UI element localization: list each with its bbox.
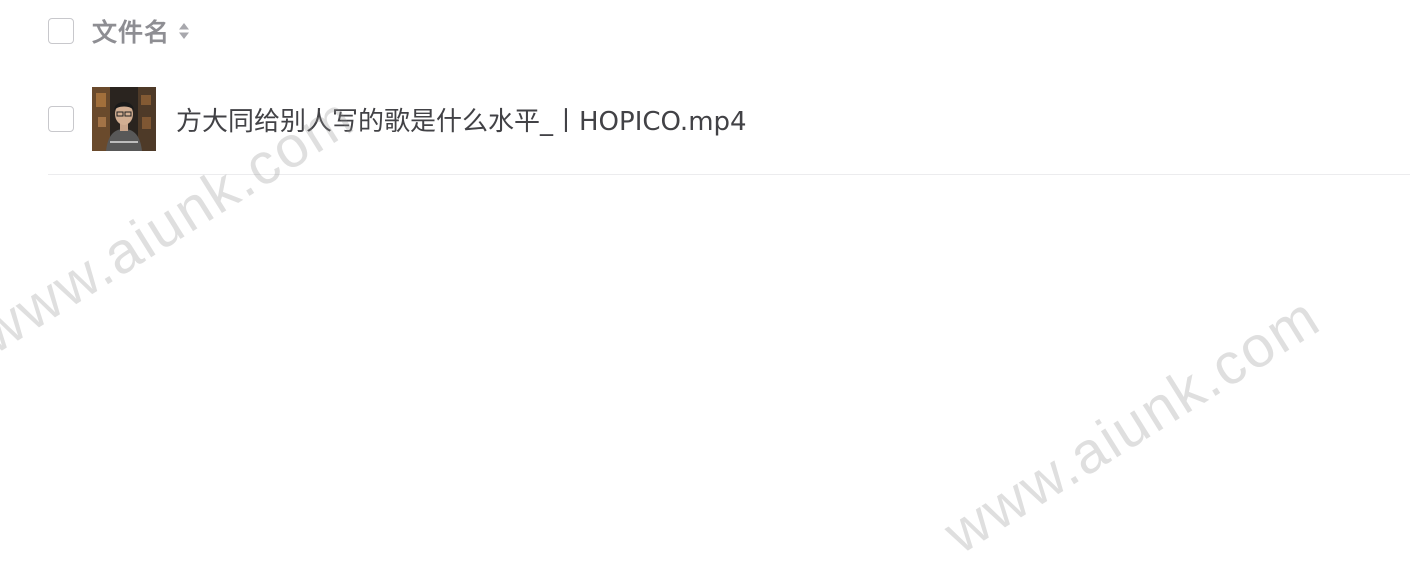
column-title-filename[interactable]: 文件名 xyxy=(92,13,170,49)
row-checkbox[interactable] xyxy=(48,106,74,132)
table-row[interactable]: 方大同给别人写的歌是什么水平_丨HOPICO.mp4 xyxy=(48,86,1410,152)
watermark: www.aiunk.com xyxy=(933,283,1332,567)
file-name[interactable]: 方大同给别人写的歌是什么水平_丨HOPICO.mp4 xyxy=(176,101,747,138)
file-list-page: 文件名 方大同给别人写的歌是什么水平_丨HOPICO.mp4 www.aiunk… xyxy=(0,0,1410,588)
video-thumbnail[interactable] xyxy=(92,87,156,151)
select-all-checkbox[interactable] xyxy=(48,18,74,44)
row-divider xyxy=(48,174,1410,175)
table-header: 文件名 xyxy=(48,14,190,48)
sort-updown-icon[interactable] xyxy=(178,19,190,43)
